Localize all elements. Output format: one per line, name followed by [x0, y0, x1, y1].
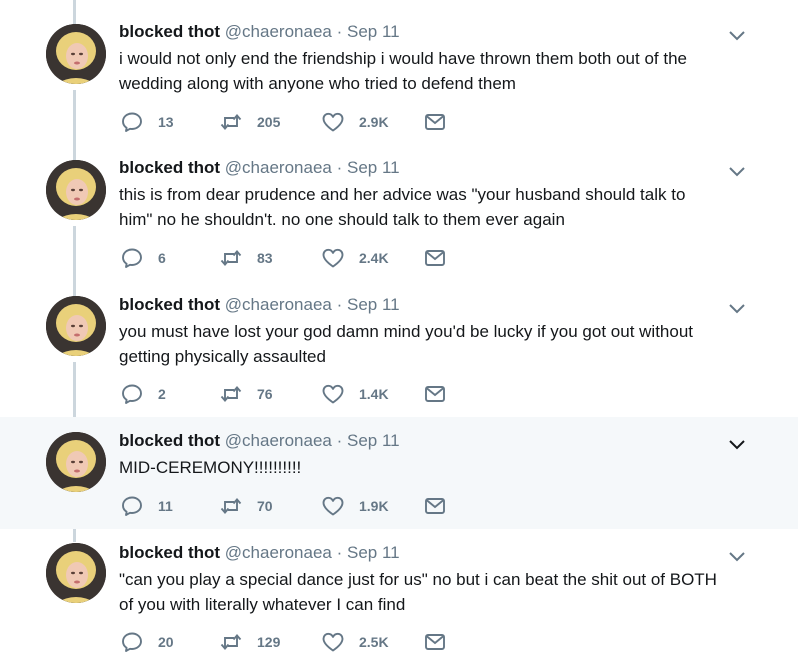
author-handle[interactable]: @chaeronaea	[225, 543, 332, 562]
reply-icon	[120, 494, 144, 518]
separator-dot: ·	[336, 295, 343, 314]
reply-count: 13	[158, 114, 174, 130]
reply-count: 6	[158, 250, 166, 266]
tweet[interactable]: blocked thot @chaeronaea · Sep 11 i woul…	[0, 0, 798, 145]
direct-message-button[interactable]	[423, 630, 447, 654]
envelope-icon	[423, 630, 447, 654]
tweet-text: i would not only end the friendship i wo…	[119, 49, 687, 93]
retweet-icon	[219, 246, 243, 270]
tweet-text: this is from dear prudence and her advic…	[119, 185, 686, 229]
like-count: 2.9K	[359, 114, 389, 130]
author-name[interactable]: blocked thot	[119, 431, 220, 450]
heart-icon	[321, 494, 345, 518]
tweet-text: "can you play a special dance just for u…	[119, 570, 717, 614]
tweet-date[interactable]: Sep 11	[347, 158, 400, 177]
tweet-date[interactable]: Sep 11	[347, 295, 400, 314]
retweet-icon	[219, 494, 243, 518]
retweet-count: 83	[257, 250, 273, 266]
author-handle[interactable]: @chaeronaea	[225, 22, 332, 41]
retweet-count: 70	[257, 498, 273, 514]
heart-icon	[321, 382, 345, 406]
heart-icon	[321, 246, 345, 270]
retweet-button[interactable]: 83	[219, 246, 273, 270]
reply-icon	[120, 630, 144, 654]
separator-dot: ·	[336, 22, 343, 41]
retweet-button[interactable]: 129	[219, 630, 280, 654]
retweet-icon	[219, 382, 243, 406]
retweet-icon	[219, 630, 243, 654]
reply-count: 20	[158, 634, 174, 650]
avatar[interactable]	[46, 160, 106, 220]
chevron-down-icon[interactable]	[728, 437, 746, 450]
author-handle[interactable]: @chaeronaea	[225, 295, 332, 314]
tweet-date[interactable]: Sep 11	[347, 543, 400, 562]
tweet-text: you must have lost your god damn mind yo…	[119, 322, 694, 366]
chevron-down-icon[interactable]	[728, 164, 746, 177]
reply-button[interactable]: 13	[120, 110, 174, 134]
envelope-icon	[423, 246, 447, 270]
chevron-down-icon[interactable]	[728, 301, 746, 314]
separator-dot: ·	[336, 431, 343, 450]
like-button[interactable]: 1.4K	[321, 382, 389, 406]
heart-icon	[321, 630, 345, 654]
retweet-icon	[219, 110, 243, 134]
retweet-count: 76	[257, 386, 273, 402]
like-count: 2.4K	[359, 250, 389, 266]
like-button[interactable]: 2.9K	[321, 110, 389, 134]
reply-count: 2	[158, 386, 166, 402]
tweet[interactable]: blocked thot @chaeronaea · Sep 11 you mu…	[0, 281, 798, 417]
like-button[interactable]: 2.4K	[321, 246, 389, 270]
separator-dot: ·	[336, 543, 343, 562]
envelope-icon	[423, 110, 447, 134]
envelope-icon	[423, 494, 447, 518]
author-name[interactable]: blocked thot	[119, 22, 220, 41]
like-count: 1.9K	[359, 498, 389, 514]
author-handle[interactable]: @chaeronaea	[225, 158, 332, 177]
retweet-button[interactable]: 205	[219, 110, 280, 134]
retweet-button[interactable]: 70	[219, 494, 273, 518]
direct-message-button[interactable]	[423, 382, 447, 406]
like-button[interactable]: 2.5K	[321, 630, 389, 654]
author-name[interactable]: blocked thot	[119, 158, 220, 177]
heart-icon	[321, 110, 345, 134]
reply-icon	[120, 382, 144, 406]
retweet-count: 205	[257, 114, 281, 130]
retweet-count: 129	[257, 634, 281, 650]
tweet[interactable]: blocked thot @chaeronaea · Sep 11 "can y…	[0, 529, 798, 666]
envelope-icon	[423, 382, 447, 406]
reply-button[interactable]: 20	[120, 630, 174, 654]
reply-button[interactable]: 11	[120, 494, 173, 518]
author-name[interactable]: blocked thot	[119, 295, 220, 314]
chevron-down-icon[interactable]	[728, 549, 746, 562]
direct-message-button[interactable]	[423, 110, 447, 134]
direct-message-button[interactable]	[423, 494, 447, 518]
avatar[interactable]	[46, 543, 106, 603]
reply-button[interactable]: 2	[120, 382, 166, 406]
tweet[interactable]: blocked thot @chaeronaea · Sep 11 MID-CE…	[0, 417, 798, 529]
author-name[interactable]: blocked thot	[119, 543, 220, 562]
tweet-text: MID-CEREMONY!!!!!!!!!!	[119, 458, 302, 477]
avatar[interactable]	[46, 24, 106, 84]
tweet[interactable]: blocked thot @chaeronaea · Sep 11 this i…	[0, 145, 798, 281]
reply-icon	[120, 110, 144, 134]
tweet-date[interactable]: Sep 11	[347, 22, 400, 41]
direct-message-button[interactable]	[423, 246, 447, 270]
reply-button[interactable]: 6	[120, 246, 166, 270]
like-count: 2.5K	[359, 634, 389, 650]
avatar[interactable]	[46, 296, 106, 356]
avatar[interactable]	[46, 432, 106, 492]
tweet-thread: blocked thot @chaeronaea · Sep 11 i woul…	[0, 0, 798, 666]
like-count: 1.4K	[359, 386, 389, 402]
reply-count: 11	[158, 498, 173, 514]
retweet-button[interactable]: 76	[219, 382, 273, 406]
author-handle[interactable]: @chaeronaea	[225, 431, 332, 450]
tweet-date[interactable]: Sep 11	[347, 431, 400, 450]
like-button[interactable]: 1.9K	[321, 494, 389, 518]
chevron-down-icon[interactable]	[728, 28, 746, 41]
reply-icon	[120, 246, 144, 270]
separator-dot: ·	[336, 158, 343, 177]
